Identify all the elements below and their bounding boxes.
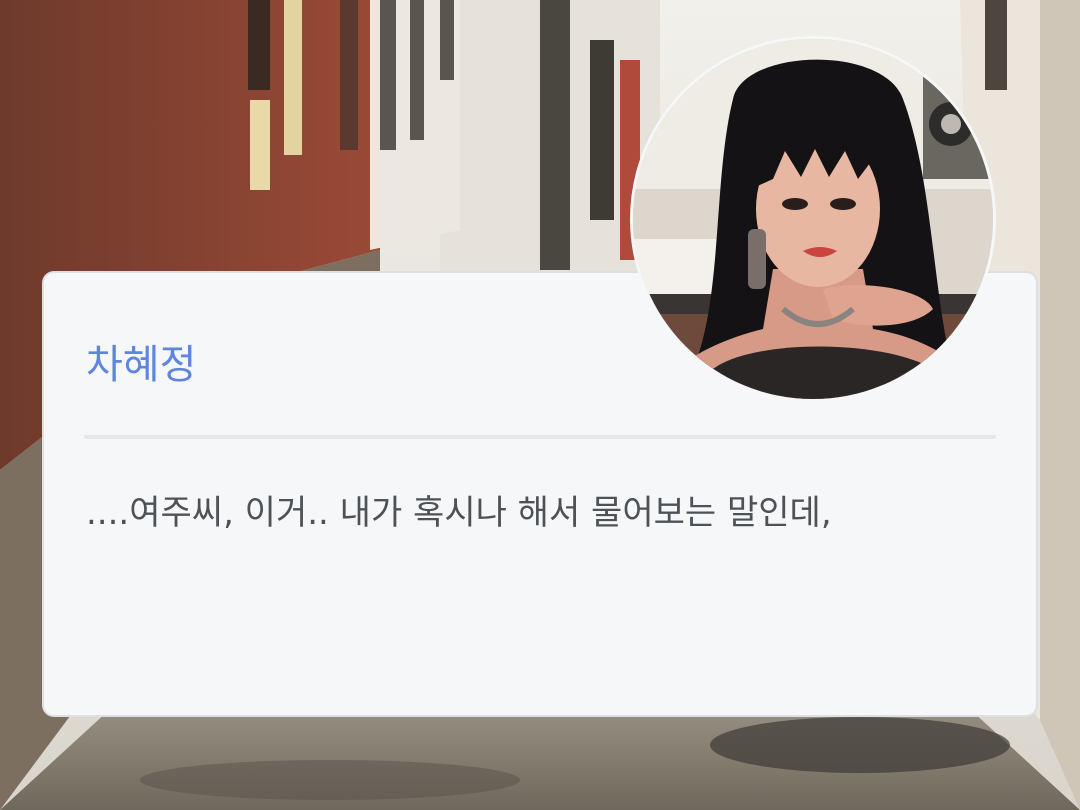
story-scene: 차혜정 ....여주씨, 이거.. 내가 혹시나 해서 물어보는 말인데, [0,0,1080,810]
character-avatar [630,36,996,402]
character-portrait-icon [633,39,993,399]
speaker-name: 차혜정 [86,342,197,388]
dialog-text: ....여주씨, 이거.. 내가 혹시나 해서 물어보는 말인데, [86,493,832,533]
divider [84,435,996,439]
